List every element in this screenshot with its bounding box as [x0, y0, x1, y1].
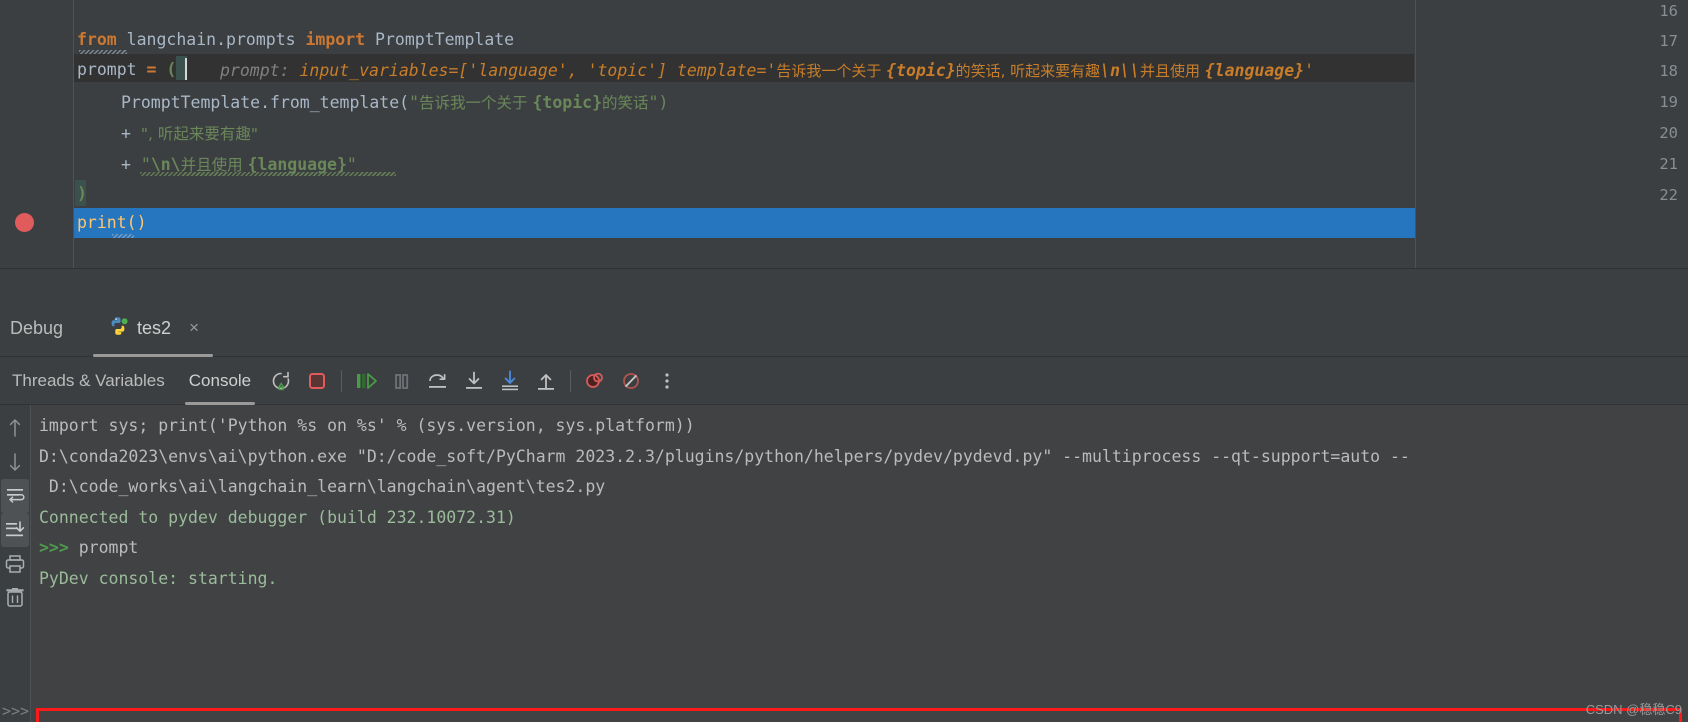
code-line-18: prompt = (: [77, 60, 176, 79]
keyword-from: from: [77, 30, 117, 49]
debug-toolbar[interactable]: Threads & Variables Console: [0, 357, 1688, 405]
variable-prompt: prompt: [77, 60, 147, 79]
toolbar-separator-2: [570, 369, 572, 392]
console-line: import sys; print('Python %s on %s' % (s…: [39, 416, 695, 435]
highlight-annotation-box: [36, 708, 1682, 722]
line-number: 16: [1659, 2, 1678, 20]
keyword-import: import: [305, 30, 366, 49]
soft-wrap-icon[interactable]: [1, 479, 29, 513]
console-gutter-toolbar[interactable]: [0, 405, 30, 722]
debug-tool-window: Debug tes2 × Threads & Variables Console…: [0, 300, 1688, 722]
plus-operator: +: [121, 124, 141, 143]
console-line-prompt: >>> prompt: [39, 533, 1688, 564]
string-cn-text: 告诉我一个关于: [419, 94, 533, 112]
resume-program-icon[interactable]: [348, 357, 384, 405]
clear-all-icon[interactable]: [1, 581, 29, 615]
view-breakpoints-icon[interactable]: [613, 357, 649, 405]
assign-operator: =: [146, 60, 167, 79]
plus-operator-2: +: [121, 155, 141, 174]
code-line-20: + ", 听起来要有趣": [121, 122, 258, 144]
tab-threads-and-variables[interactable]: Threads & Variables: [0, 357, 177, 405]
pycharm-window: 16 17 18 19 20 21 22 from langchain.prom…: [0, 0, 1688, 722]
close-paren: ): [77, 184, 87, 203]
rerun-icon[interactable]: [263, 357, 299, 405]
text-caret: [185, 58, 187, 80]
line-number: 20: [1659, 124, 1678, 142]
gutter-separator: [73, 0, 74, 268]
console-line: Connected to pydev debugger (build 232.1…: [39, 507, 516, 527]
from-template-call: PromptTemplate.from_template(: [121, 93, 410, 112]
code-editor[interactable]: 16 17 18 19 20 21 22 from langchain.prom…: [0, 0, 1688, 268]
print-squiggle: [112, 234, 134, 238]
console-input-prompt[interactable]: >>>: [2, 702, 29, 720]
console-output[interactable]: import sys; print('Python %s on %s' % (s…: [30, 405, 1688, 722]
line-number: 17: [1659, 32, 1678, 50]
debug-header: Debug tes2 ×: [0, 300, 1688, 357]
hint-suffix: ': [1304, 61, 1314, 80]
step-into-icon[interactable]: [456, 357, 492, 405]
code-line-print: print(): [77, 213, 147, 232]
hint-cn-1: 告诉我一个关于: [776, 62, 887, 80]
code-line-19: PromptTemplate.from_template("告诉我一个关于 {t…: [121, 91, 668, 113]
run-configuration-tab[interactable]: tes2 ×: [93, 300, 214, 357]
string-cn-text-2: 的笑话: [602, 94, 649, 112]
line-number: 19: [1659, 93, 1678, 111]
python-file-icon: [107, 315, 129, 341]
watermark-text: CSDN @稳稳C9: [1585, 702, 1682, 717]
string-quote-close: "): [648, 93, 669, 112]
line-number: 21: [1659, 155, 1678, 173]
mute-breakpoints-icon[interactable]: [577, 357, 613, 405]
tab-console[interactable]: Console: [177, 357, 263, 405]
scroll-down-icon[interactable]: [1, 445, 29, 479]
hint-value-prefix: input_variables=['language', 'topic'] te…: [299, 61, 777, 80]
more-options-icon[interactable]: [649, 357, 685, 405]
console-line: D:\code_works\ai\langchain_learn\langcha…: [39, 477, 606, 496]
toolbar-separator: [341, 369, 343, 392]
console-line: PyDev console: starting.: [39, 568, 278, 588]
console-area: import sys; print('Python %s on %s' % (s…: [0, 405, 1688, 722]
string-literal-20: ", 听起来要有趣": [140, 125, 258, 143]
run-tab-label: tes2: [137, 317, 172, 338]
editor-gutter[interactable]: [0, 0, 74, 268]
close-icon[interactable]: ×: [189, 318, 199, 338]
print-icon[interactable]: [1, 547, 29, 581]
typo-squiggle: [140, 172, 396, 176]
topic-placeholder: {topic}: [532, 93, 603, 112]
pause-program-icon[interactable]: [384, 357, 420, 405]
scroll-up-icon[interactable]: [1, 411, 29, 445]
tab-console-label: Console: [188, 370, 252, 390]
step-out-icon[interactable]: [528, 357, 564, 405]
line-number: 22: [1659, 186, 1678, 204]
string-quote-open: ": [409, 93, 420, 112]
imported-symbol: PromptTemplate: [365, 30, 515, 49]
editor-panel-divider[interactable]: [0, 268, 1688, 300]
breakpoint-icon[interactable]: [15, 213, 34, 232]
inlay-parameter-hint: prompt: input_variables=['language', 'to…: [220, 60, 1314, 81]
debug-window-title: Debug: [10, 317, 64, 338]
line-number: 18: [1659, 62, 1678, 80]
hint-escape: \n\\: [1100, 61, 1140, 80]
step-over-icon[interactable]: [420, 357, 456, 405]
code-line-17: from langchain.prompts import PromptTemp…: [77, 30, 514, 49]
hint-topic-var: {topic}: [886, 61, 956, 80]
code-line-22: ): [77, 184, 87, 203]
print-call: print(): [77, 213, 147, 232]
hint-cn-2: 的笑话, 听起来要有趣: [955, 62, 1101, 80]
warning-squiggle: [79, 50, 127, 54]
stop-icon[interactable]: [299, 357, 335, 405]
prompt-command: prompt: [68, 538, 139, 557]
console-line: D:\conda2023\envs\ai\python.exe "D:/code…: [39, 446, 1410, 466]
hint-cn-3: 并且使用: [1139, 62, 1205, 80]
scroll-to-end-icon[interactable]: [1, 513, 29, 547]
module-path: langchain.prompts: [116, 30, 306, 49]
open-paren: (: [166, 60, 177, 79]
hint-label: prompt:: [220, 61, 290, 80]
selected-line-highlight: [74, 208, 1416, 238]
prompt-marker: >>>: [39, 538, 69, 557]
hint-language-var: {language}: [1204, 61, 1305, 80]
force-step-into-icon[interactable]: [492, 357, 528, 405]
right-margin-guide: [1415, 0, 1416, 268]
